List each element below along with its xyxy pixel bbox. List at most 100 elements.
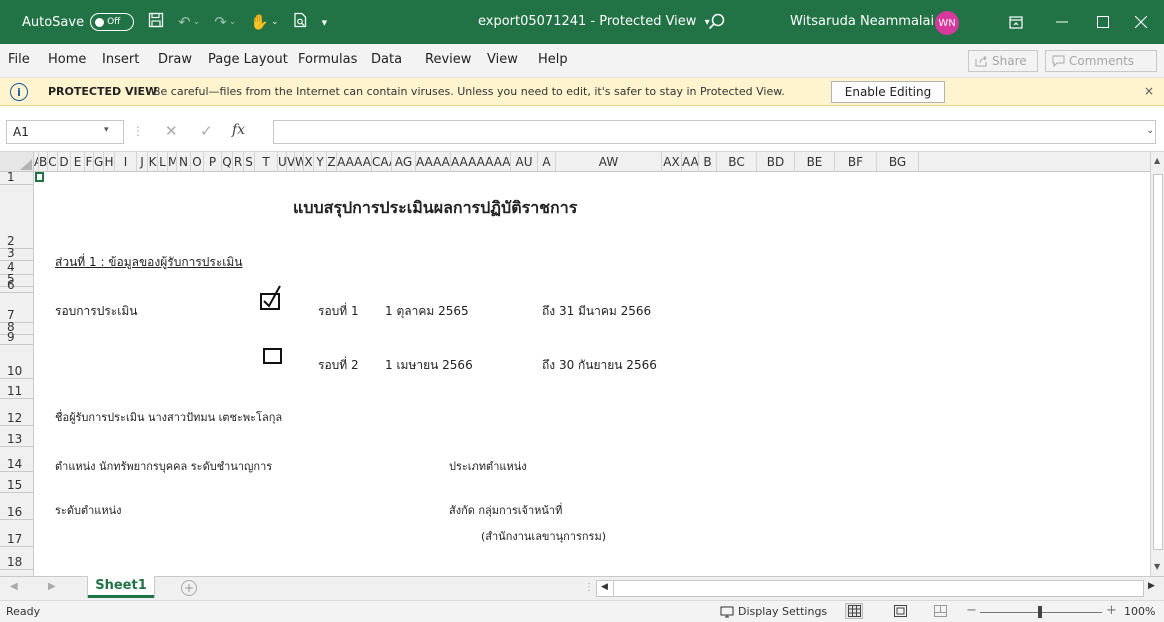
search-icon[interactable] bbox=[706, 11, 728, 33]
tab-data[interactable]: Data bbox=[371, 52, 402, 67]
column-header-cell[interactable]: N bbox=[177, 152, 191, 171]
column-header-cell[interactable]: T bbox=[255, 152, 278, 171]
undo-dropdown-icon[interactable]: ⌄ bbox=[193, 17, 201, 27]
evaluatee-name[interactable]: ชื่อผู้รับการประเมิน นางสาวปัทมน เตชะพะโ… bbox=[55, 408, 282, 426]
position-text[interactable]: ตำแหน่ง นักทรัพยากรบุคคล ระดับชำนาญการ bbox=[55, 457, 272, 475]
row-header-cell[interactable]: 17 bbox=[0, 532, 33, 546]
scroll-up-icon[interactable]: ▲ bbox=[1154, 156, 1160, 165]
zoom-slider-thumb[interactable] bbox=[1038, 606, 1042, 618]
user-name[interactable]: Witsaruda Neammalai bbox=[790, 14, 934, 29]
column-header-cell[interactable]: K bbox=[148, 152, 158, 171]
tab-page-layout[interactable]: Page Layout bbox=[208, 52, 288, 67]
row-header-cell[interactable]: 11 bbox=[0, 384, 33, 398]
document-title[interactable]: export05071241 - Protected View ▾ bbox=[478, 14, 710, 29]
minimize-icon[interactable] bbox=[1039, 0, 1085, 44]
insert-function-icon[interactable]: fx bbox=[232, 122, 245, 138]
new-sheet-icon[interactable]: + bbox=[181, 580, 197, 596]
round2-checkbox[interactable] bbox=[263, 348, 282, 364]
column-header-cell[interactable]: A bbox=[538, 152, 556, 171]
round1-end[interactable]: ถึง 31 มีนาคม 2566 bbox=[542, 302, 651, 321]
column-header-cell[interactable]: B bbox=[699, 152, 717, 171]
column-header-cell[interactable]: J bbox=[137, 152, 148, 171]
column-header-cell[interactable]: E bbox=[71, 152, 85, 171]
enter-icon[interactable]: ✓ bbox=[200, 122, 213, 140]
tab-insert[interactable]: Insert bbox=[102, 52, 139, 67]
round2-end[interactable]: ถึง 30 กันยายน 2566 bbox=[542, 356, 657, 375]
tab-draw[interactable]: Draw bbox=[158, 52, 192, 67]
scroll-left-icon[interactable]: ◀ bbox=[601, 582, 608, 592]
comments-button[interactable]: Comments bbox=[1045, 50, 1157, 72]
print-preview-icon[interactable] bbox=[293, 12, 308, 32]
page-break-view-icon[interactable] bbox=[931, 603, 949, 619]
avatar[interactable]: WN bbox=[935, 11, 959, 35]
save-icon[interactable] bbox=[148, 12, 164, 32]
active-cell-selection[interactable] bbox=[35, 172, 44, 182]
column-header-cell[interactable]: CAA bbox=[372, 152, 392, 171]
column-header-cell[interactable]: F bbox=[85, 152, 94, 171]
zoom-level[interactable]: 100% bbox=[1124, 605, 1155, 618]
close-icon[interactable] bbox=[1118, 0, 1164, 44]
column-header-cell[interactable]: AAAA bbox=[337, 152, 372, 171]
row-header-cell[interactable]: 6 bbox=[0, 278, 33, 292]
position-type-text[interactable]: ประเภทตำแหน่ง bbox=[449, 457, 527, 475]
column-header-cell[interactable]: BF bbox=[835, 152, 877, 171]
next-sheet-icon[interactable]: ▶ bbox=[48, 581, 56, 592]
vertical-scroll-thumb[interactable] bbox=[1153, 174, 1163, 550]
row-header-cell[interactable]: 1 bbox=[0, 172, 33, 184]
formula-bar-grip-icon[interactable]: ⋮ bbox=[132, 124, 144, 138]
select-all-button[interactable] bbox=[0, 152, 34, 171]
row-header-cell[interactable]: 15 bbox=[0, 478, 33, 492]
formula-input[interactable] bbox=[273, 120, 1156, 144]
redo-dropdown-icon[interactable]: ⌄ bbox=[229, 17, 237, 27]
position-level-text[interactable]: ระดับตำแหน่ง bbox=[55, 501, 122, 519]
tab-formulas[interactable]: Formulas bbox=[298, 52, 357, 67]
column-header-cell[interactable]: Q bbox=[222, 152, 233, 171]
round1-checkbox[interactable] bbox=[259, 284, 289, 312]
row-header-cell[interactable]: 10 bbox=[0, 364, 33, 378]
column-header-cell[interactable]: M bbox=[168, 152, 177, 171]
customize-toolbar-icon[interactable]: ▾ bbox=[322, 16, 328, 29]
column-header-cell[interactable]: BD bbox=[757, 152, 795, 171]
column-header-cell[interactable]: Y bbox=[314, 152, 327, 171]
sheet-tab[interactable]: Sheet1 bbox=[88, 576, 154, 598]
autosave-toggle[interactable]: Off bbox=[90, 13, 135, 31]
share-button[interactable]: Share bbox=[968, 50, 1038, 72]
round2-label[interactable]: รอบที่ 2 bbox=[318, 356, 359, 375]
column-header-cell[interactable]: C bbox=[48, 152, 58, 171]
column-header-cell[interactable]: R bbox=[233, 152, 244, 171]
column-header-cell[interactable]: BE bbox=[795, 152, 835, 171]
zoom-out-icon[interactable]: − bbox=[966, 603, 977, 618]
round1-label[interactable]: รอบที่ 1 bbox=[318, 302, 359, 321]
column-header-cell[interactable]: AG bbox=[392, 152, 416, 171]
close-banner-icon[interactable]: × bbox=[1144, 84, 1154, 98]
round-label[interactable]: รอบการประเมิน bbox=[55, 302, 137, 321]
tab-view[interactable]: View bbox=[487, 52, 518, 67]
column-header-cell[interactable]: D bbox=[58, 152, 71, 171]
column-header-cell[interactable]: AAAAK bbox=[416, 152, 451, 171]
column-header-cell[interactable]: W bbox=[295, 152, 304, 171]
round1-start[interactable]: 1 ตุลาคม 2565 bbox=[385, 302, 469, 321]
tab-home[interactable]: Home bbox=[48, 52, 86, 67]
column-header-cell[interactable]: AAB bbox=[682, 152, 699, 171]
touch-dropdown-icon[interactable]: ⌄ bbox=[271, 17, 279, 27]
column-header-cell[interactable]: AW bbox=[556, 152, 662, 171]
tab-file[interactable]: File bbox=[8, 52, 30, 67]
redo-icon[interactable]: ↷ bbox=[214, 13, 227, 31]
scroll-down-icon[interactable]: ▼ bbox=[1154, 562, 1160, 571]
vertical-scrollbar[interactable]: ▲ ▼ bbox=[1150, 152, 1164, 576]
column-header-cell[interactable]: V bbox=[287, 152, 295, 171]
round2-start[interactable]: 1 เมษายน 2566 bbox=[385, 356, 473, 375]
column-header-cell[interactable]: U bbox=[278, 152, 287, 171]
column-header-cell[interactable]: O bbox=[191, 152, 204, 171]
affiliation-sub-text[interactable]: (สำนักงานเลขานุการกรม) bbox=[481, 527, 606, 545]
touch-mode-icon[interactable]: ✋ bbox=[250, 13, 269, 31]
cancel-icon[interactable]: ✕ bbox=[165, 122, 178, 140]
column-header-cell[interactable]: BG bbox=[877, 152, 919, 171]
column-header-cell[interactable]: BC bbox=[717, 152, 757, 171]
column-header-cell[interactable]: S bbox=[244, 152, 255, 171]
row-header-cell[interactable]: 12 bbox=[0, 411, 33, 425]
column-header-cell[interactable]: B bbox=[39, 152, 48, 171]
row-header-cell[interactable]: 3 bbox=[0, 246, 33, 260]
column-header-cell[interactable]: L bbox=[158, 152, 168, 171]
page-layout-view-icon[interactable] bbox=[891, 603, 909, 619]
